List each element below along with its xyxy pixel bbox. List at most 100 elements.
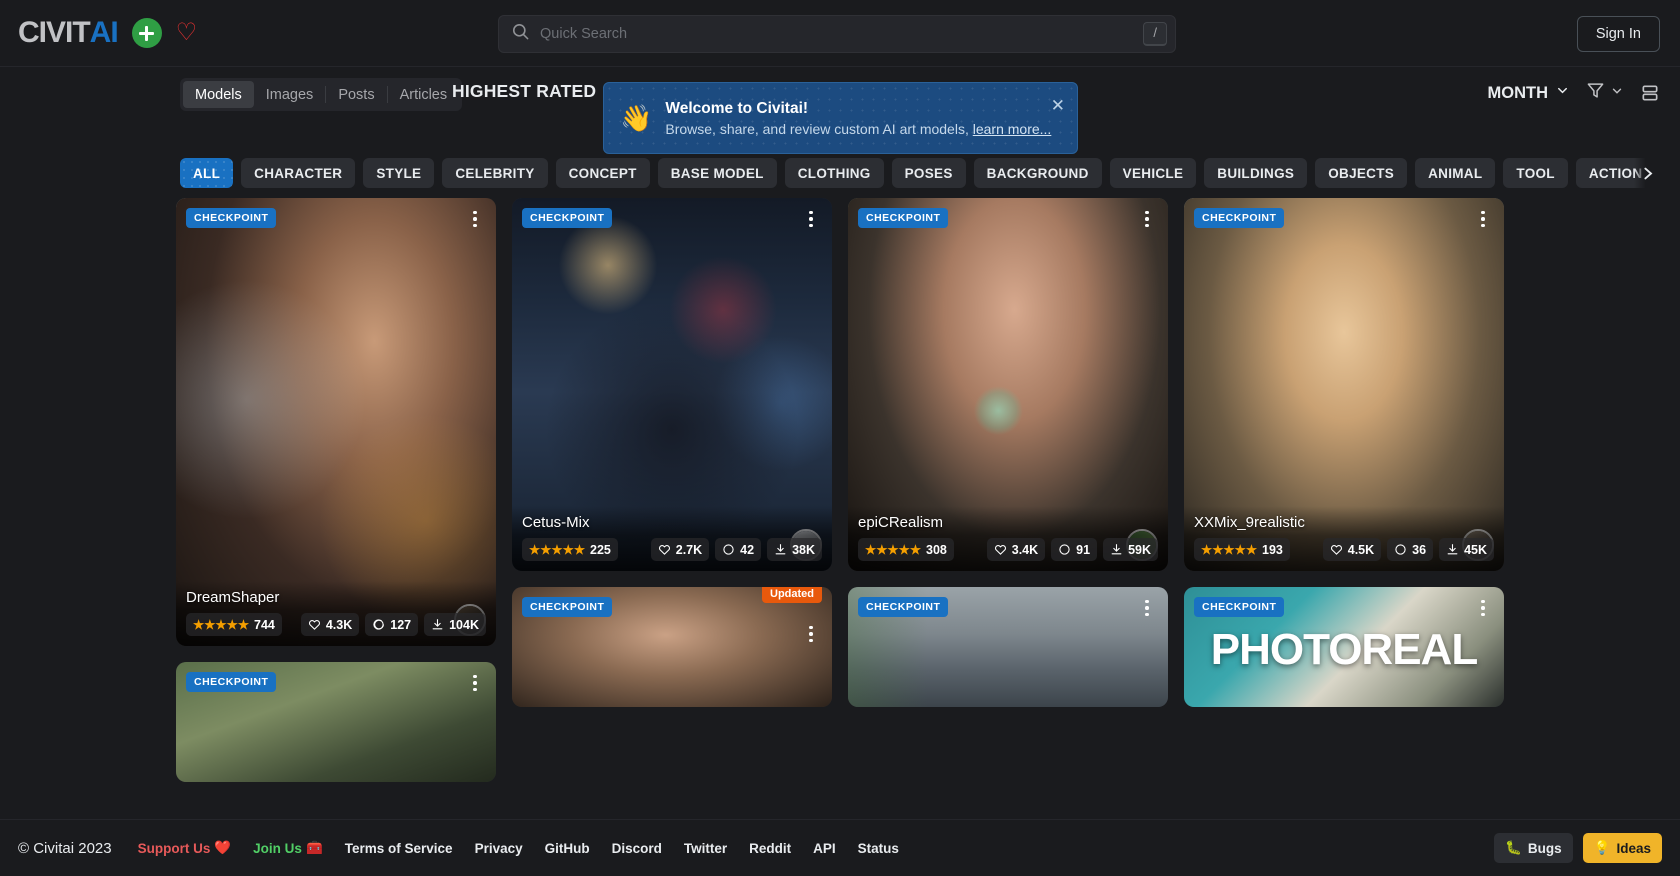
- footer-link-terms-of-service[interactable]: Terms of Service: [345, 841, 453, 856]
- welcome-title: Welcome to Civitai!: [665, 100, 1051, 118]
- footer-link-privacy[interactable]: Privacy: [475, 841, 523, 856]
- tab-articles[interactable]: Articles: [388, 81, 460, 108]
- sort-dropdown[interactable]: HIGHEST RATED: [452, 81, 619, 102]
- model-type-badge: CHECKPOINT: [858, 597, 948, 617]
- bugs-label: Bugs: [1528, 841, 1562, 856]
- model-card[interactable]: PHOTOREAL CHECKPOINT: [1184, 587, 1504, 707]
- comments-count: 127: [390, 618, 411, 632]
- rating-stat: ★★★★★ 744: [186, 613, 282, 636]
- comments-count: 42: [740, 543, 754, 557]
- footer: © Civitai 2023 Support Us ❤️ Join Us 🧰 T…: [0, 819, 1680, 876]
- download-icon: [774, 543, 787, 556]
- card-menu-button[interactable]: [1134, 206, 1160, 232]
- downloads-stat: 45K: [1439, 538, 1494, 561]
- engagement-stats: 3.4K 91 59K: [987, 538, 1158, 561]
- model-type-badge: CHECKPOINT: [858, 208, 948, 228]
- card-menu-button[interactable]: [1470, 595, 1496, 621]
- model-card[interactable]: CHECKPOINT DreamShaper ★★★★★ 744 4.3K 12…: [176, 198, 496, 646]
- comment-icon: [722, 543, 735, 556]
- filter-dropdown[interactable]: [1586, 81, 1624, 105]
- tag-celebrity[interactable]: CELEBRITY: [442, 158, 547, 188]
- card-menu-button[interactable]: [1134, 595, 1160, 621]
- footer-link-support-us[interactable]: Support Us ❤️: [138, 840, 232, 856]
- tag-tool[interactable]: TOOL: [1503, 158, 1567, 188]
- downloads-stat: 104K: [424, 613, 486, 636]
- footer-link-reddit[interactable]: Reddit: [749, 841, 791, 856]
- search-box[interactable]: /: [498, 15, 1176, 53]
- model-card[interactable]: CHECKPOINT Updated: [512, 587, 832, 707]
- footer-link-label: Support Us: [138, 841, 211, 856]
- comments-count: 91: [1076, 543, 1090, 557]
- period-label: MONTH: [1488, 84, 1549, 103]
- footer-links: Support Us ❤️ Join Us 🧰 Terms of Service…: [138, 840, 899, 856]
- welcome-banner: 👋 Welcome to Civitai! Browse, share, and…: [603, 82, 1078, 154]
- tag-vehicle[interactable]: VEHICLE: [1110, 158, 1197, 188]
- logo-text-ai: AI: [90, 16, 118, 50]
- comment-icon: [372, 618, 385, 631]
- comment-icon: [1058, 543, 1071, 556]
- model-card[interactable]: CHECKPOINT epiCRealism ★★★★★ 308 3.4K 91: [848, 198, 1168, 571]
- sign-in-button[interactable]: Sign In: [1577, 16, 1660, 52]
- card-stats: ★★★★★ 225 2.7K 42 38K: [522, 538, 822, 561]
- tag-clothing[interactable]: CLOTHING: [785, 158, 884, 188]
- likes-count: 4.5K: [1348, 543, 1374, 557]
- likes-count: 4.3K: [326, 618, 352, 632]
- close-icon[interactable]: ✕: [1051, 97, 1065, 114]
- tag-animal[interactable]: ANIMAL: [1415, 158, 1495, 188]
- footer-link-discord[interactable]: Discord: [612, 841, 662, 856]
- comments-stat: 36: [1387, 538, 1433, 561]
- tag-all[interactable]: ALL: [180, 158, 233, 188]
- model-card[interactable]: CHECKPOINT XXMix_9realistic ★★★★★ 193 4.…: [1184, 198, 1504, 571]
- card-menu-button[interactable]: [462, 670, 488, 696]
- tags-scroll-right-icon[interactable]: [1634, 158, 1660, 188]
- bugs-button[interactable]: 🐛 Bugs: [1494, 833, 1573, 863]
- rating-count: 308: [926, 543, 947, 557]
- heart-icon[interactable]: ♡: [176, 21, 198, 45]
- likes-stat: 3.4K: [987, 538, 1045, 561]
- create-button[interactable]: [132, 18, 162, 48]
- civitai-logo[interactable]: CIVITAI: [18, 16, 118, 50]
- model-card[interactable]: CHECKPOINT: [848, 587, 1168, 707]
- card-menu-button[interactable]: [798, 206, 824, 232]
- tag-background[interactable]: BACKGROUND: [974, 158, 1102, 188]
- search-icon: [511, 22, 530, 46]
- tag-style[interactable]: STYLE: [363, 158, 434, 188]
- ideas-button[interactable]: 💡 Ideas: [1583, 833, 1662, 863]
- plus-icon: [139, 26, 154, 41]
- tag-poses[interactable]: POSES: [892, 158, 966, 188]
- tab-models[interactable]: Models: [183, 81, 254, 108]
- card-menu-button[interactable]: [1470, 206, 1496, 232]
- content-type-tabs: Models Images Posts Articles: [180, 78, 462, 111]
- tag-objects[interactable]: OBJECTS: [1315, 158, 1407, 188]
- tag-character[interactable]: CHARACTER: [241, 158, 355, 188]
- tab-images[interactable]: Images: [254, 81, 326, 108]
- rating-count: 193: [1262, 543, 1283, 557]
- tab-posts[interactable]: Posts: [326, 81, 386, 108]
- sort-label: HIGHEST RATED: [452, 81, 596, 102]
- search-input[interactable]: [540, 26, 1143, 42]
- likes-stat: 4.3K: [301, 613, 359, 636]
- card-stats: ★★★★★ 744 4.3K 127 104K: [186, 613, 486, 636]
- learn-more-link[interactable]: learn more...: [973, 121, 1052, 137]
- footer-link-join-us[interactable]: Join Us 🧰: [253, 840, 323, 856]
- card-menu-button[interactable]: [798, 621, 824, 647]
- layout-toggle-button[interactable]: [1640, 83, 1660, 103]
- card-footer: Cetus-Mix ★★★★★ 225 2.7K 42: [512, 506, 832, 571]
- model-name: DreamShaper: [186, 589, 486, 606]
- tag-buildings[interactable]: BUILDINGS: [1204, 158, 1307, 188]
- footer-link-status[interactable]: Status: [858, 841, 899, 856]
- engagement-stats: 4.3K 127 104K: [301, 613, 486, 636]
- rating-stat: ★★★★★ 193: [1194, 538, 1290, 561]
- model-card[interactable]: CHECKPOINT: [176, 662, 496, 782]
- comments-stat: 91: [1051, 538, 1097, 561]
- tag-concept[interactable]: CONCEPT: [556, 158, 650, 188]
- card-menu-button[interactable]: [462, 206, 488, 232]
- engagement-stats: 4.5K 36 45K: [1323, 538, 1494, 561]
- model-type-badge: CHECKPOINT: [1194, 597, 1284, 617]
- footer-link-twitter[interactable]: Twitter: [684, 841, 727, 856]
- footer-link-api[interactable]: API: [813, 841, 836, 856]
- period-dropdown[interactable]: MONTH: [1488, 83, 1571, 103]
- footer-link-github[interactable]: GitHub: [545, 841, 590, 856]
- tag-base-model[interactable]: BASE MODEL: [658, 158, 777, 188]
- model-card[interactable]: CHECKPOINT Cetus-Mix ★★★★★ 225 2.7K 42: [512, 198, 832, 571]
